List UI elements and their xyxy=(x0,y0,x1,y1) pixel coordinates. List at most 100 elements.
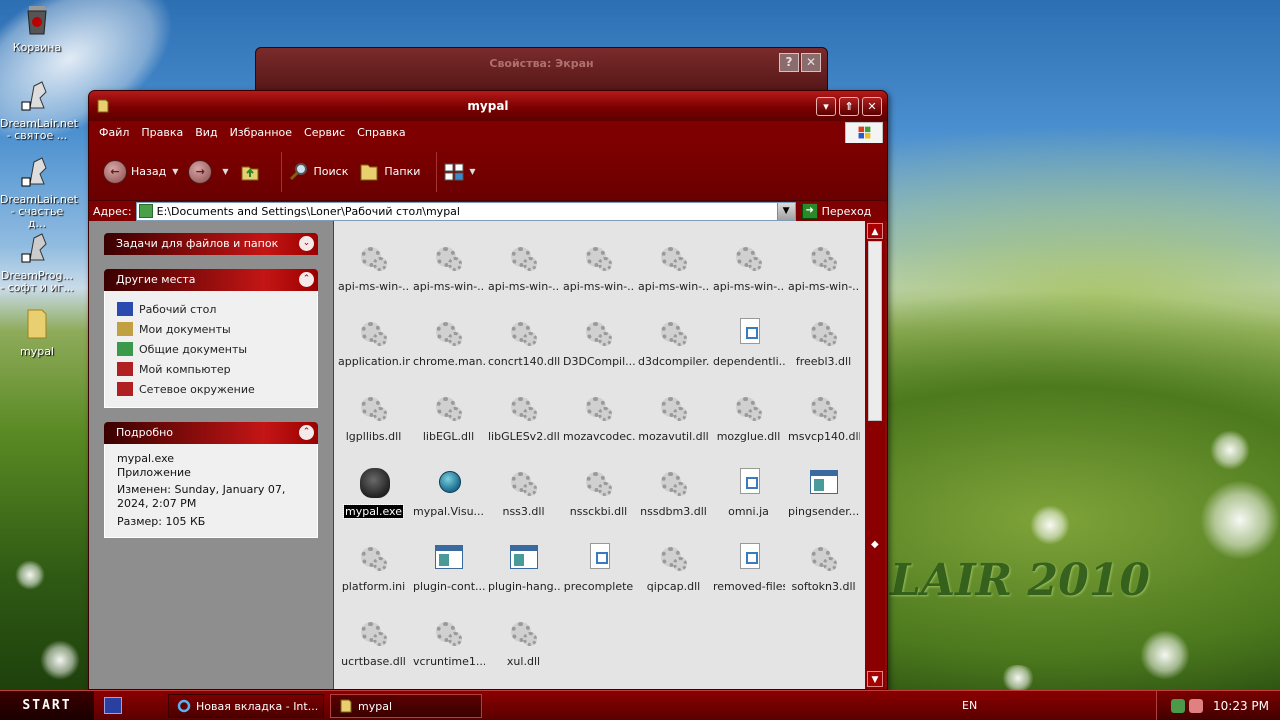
place-network[interactable]: Сетевое окружение xyxy=(117,379,305,399)
file-label: dependentli... xyxy=(713,355,785,368)
file-item[interactable]: dependentli... xyxy=(711,316,786,391)
address-input[interactable]: E:\Documents and Settings\Loner\Рабочий … xyxy=(135,201,796,221)
menu-help[interactable]: Справка xyxy=(351,126,411,139)
menu-edit[interactable]: Правка xyxy=(135,126,189,139)
scroll-down-arrow[interactable]: ▼ xyxy=(867,671,883,687)
chevron-down-icon[interactable]: ▼ xyxy=(469,167,475,176)
file-item[interactable]: msvcp140.dll xyxy=(786,391,861,466)
file-item[interactable]: removed-files xyxy=(711,541,786,616)
file-item[interactable]: nss3.dll xyxy=(486,466,561,541)
file-item[interactable]: qipcap.dll xyxy=(636,541,711,616)
network-tray-icon[interactable] xyxy=(1171,699,1185,713)
file-item[interactable]: plugin-cont... xyxy=(411,541,486,616)
place-desktop[interactable]: Рабочий стол xyxy=(117,299,305,319)
desktop-icon-recycle-bin[interactable]: Корзина xyxy=(0,2,74,54)
menu-view[interactable]: Вид xyxy=(189,126,223,139)
file-item[interactable]: api-ms-win-... xyxy=(711,241,786,316)
place-my-computer[interactable]: Мой компьютер xyxy=(117,359,305,379)
file-item[interactable]: d3dcompiler... xyxy=(636,316,711,391)
file-item[interactable]: lgpllibs.dll xyxy=(336,391,411,466)
file-item[interactable]: omni.ja xyxy=(711,466,786,541)
up-folder-button[interactable] xyxy=(239,161,265,183)
place-shared-documents[interactable]: Общие документы xyxy=(117,339,305,359)
taskbar-button-browser[interactable]: Новая вкладка - Int... xyxy=(168,694,324,718)
file-item[interactable]: api-ms-win-... xyxy=(561,241,636,316)
search-button[interactable]: Поиск xyxy=(288,161,348,183)
language-indicator[interactable]: EN xyxy=(962,699,977,712)
vertical-scrollbar[interactable]: ▲ ◆ ▼ xyxy=(865,221,885,689)
chevron-down-icon[interactable]: ▼ xyxy=(172,167,178,176)
menu-file[interactable]: Файл xyxy=(93,126,135,139)
document-icon xyxy=(582,541,616,575)
file-item[interactable]: mypal.exe xyxy=(336,466,411,541)
file-item[interactable]: api-ms-win-... xyxy=(786,241,861,316)
file-item[interactable]: libGLESv2.dll xyxy=(486,391,561,466)
file-item[interactable]: mozglue.dll xyxy=(711,391,786,466)
place-my-documents[interactable]: Мои документы xyxy=(117,319,305,339)
minimize-button[interactable]: ▾ xyxy=(816,97,836,116)
place-label: Мой компьютер xyxy=(139,362,231,376)
chevron-down-icon[interactable]: ▼ xyxy=(222,167,228,176)
go-button[interactable]: ➜ Переход xyxy=(801,203,871,219)
file-item[interactable]: mozavcodec... xyxy=(561,391,636,466)
maximize-button[interactable]: ⇑ xyxy=(839,97,859,116)
menu-favorites[interactable]: Избранное xyxy=(224,126,298,139)
collapse-icon[interactable]: ⌃ xyxy=(299,272,314,287)
window-title: mypal xyxy=(467,99,509,113)
file-item[interactable]: api-ms-win-... xyxy=(636,241,711,316)
forward-button[interactable]: → ▼ xyxy=(188,159,229,184)
file-item[interactable]: precomplete xyxy=(561,541,636,616)
file-item[interactable]: mypal.Visu... xyxy=(411,466,486,541)
file-item[interactable]: pingsender.... xyxy=(786,466,861,541)
folders-button[interactable]: Папки xyxy=(358,161,420,183)
file-item[interactable]: concrt140.dll xyxy=(486,316,561,391)
start-button[interactable]: START xyxy=(0,691,94,720)
desktop-icon-mypal-folder[interactable]: mypal xyxy=(0,306,74,358)
panel-header[interactable]: Задачи для файлов и папок ⌄ xyxy=(104,233,318,255)
desktop-icon-dreamlair-2[interactable]: DreamLair.net - счастье д... xyxy=(0,154,78,230)
clock[interactable]: 10:23 PM xyxy=(1213,699,1269,713)
desktop-icon-dreamlair-1[interactable]: DreamLair.net - святое ... xyxy=(0,78,78,142)
scroll-thumb[interactable] xyxy=(868,241,882,421)
views-button[interactable]: ▼ xyxy=(443,161,476,183)
file-item[interactable]: softokn3.dll xyxy=(786,541,861,616)
file-item[interactable]: chrome.man... xyxy=(411,316,486,391)
details-panel: Подробно ⌃ mypal.exe Приложение Изменен:… xyxy=(104,422,318,538)
file-item[interactable]: vcruntime1... xyxy=(411,616,486,689)
address-value: E:\Documents and Settings\Loner\Рабочий … xyxy=(156,204,460,218)
menu-tools[interactable]: Сервис xyxy=(298,126,351,139)
file-item[interactable]: xul.dll xyxy=(486,616,561,689)
file-label: nss3.dll xyxy=(502,505,545,518)
file-item[interactable]: nssdbm3.dll xyxy=(636,466,711,541)
file-label: plugin-hang... xyxy=(488,580,560,593)
file-item[interactable]: plugin-hang... xyxy=(486,541,561,616)
file-item[interactable]: api-ms-win-... xyxy=(486,241,561,316)
file-item[interactable]: ucrtbase.dll xyxy=(336,616,411,689)
desktop-icon-dreamprog[interactable]: DreamProg... - софт и иг... xyxy=(0,230,74,294)
file-item[interactable]: D3DCompil... xyxy=(561,316,636,391)
close-button[interactable]: ✕ xyxy=(862,97,882,116)
volume-tray-icon[interactable] xyxy=(1189,699,1203,713)
show-desktop-icon[interactable] xyxy=(104,697,122,714)
help-button[interactable]: ? xyxy=(779,53,799,72)
scroll-up-arrow[interactable]: ▲ xyxy=(867,223,883,239)
panel-header[interactable]: Подробно ⌃ xyxy=(104,422,318,444)
chevron-down-icon[interactable]: ▼ xyxy=(776,202,795,220)
file-item[interactable]: nssckbi.dll xyxy=(561,466,636,541)
back-button[interactable]: ← Назад ▼ xyxy=(103,159,178,184)
taskbar-button-mypal[interactable]: mypal xyxy=(330,694,482,718)
gear-file-icon xyxy=(432,316,466,350)
close-button[interactable]: ✕ xyxy=(801,53,821,72)
file-item[interactable]: application.ini xyxy=(336,316,411,391)
file-item[interactable]: freebl3.dll xyxy=(786,316,861,391)
file-item[interactable]: libEGL.dll xyxy=(411,391,486,466)
expand-icon[interactable]: ⌄ xyxy=(299,236,314,251)
collapse-icon[interactable]: ⌃ xyxy=(299,425,314,440)
panel-header[interactable]: Другие места ⌃ xyxy=(104,269,318,291)
file-item[interactable]: mozavutil.dll xyxy=(636,391,711,466)
file-item[interactable]: api-ms-win-... xyxy=(411,241,486,316)
file-item[interactable]: platform.ini xyxy=(336,541,411,616)
back-label: Назад xyxy=(131,165,167,178)
file-item[interactable]: api-ms-win-... xyxy=(336,241,411,316)
title-bar[interactable]: mypal ▾ ⇑ ✕ xyxy=(89,91,887,121)
